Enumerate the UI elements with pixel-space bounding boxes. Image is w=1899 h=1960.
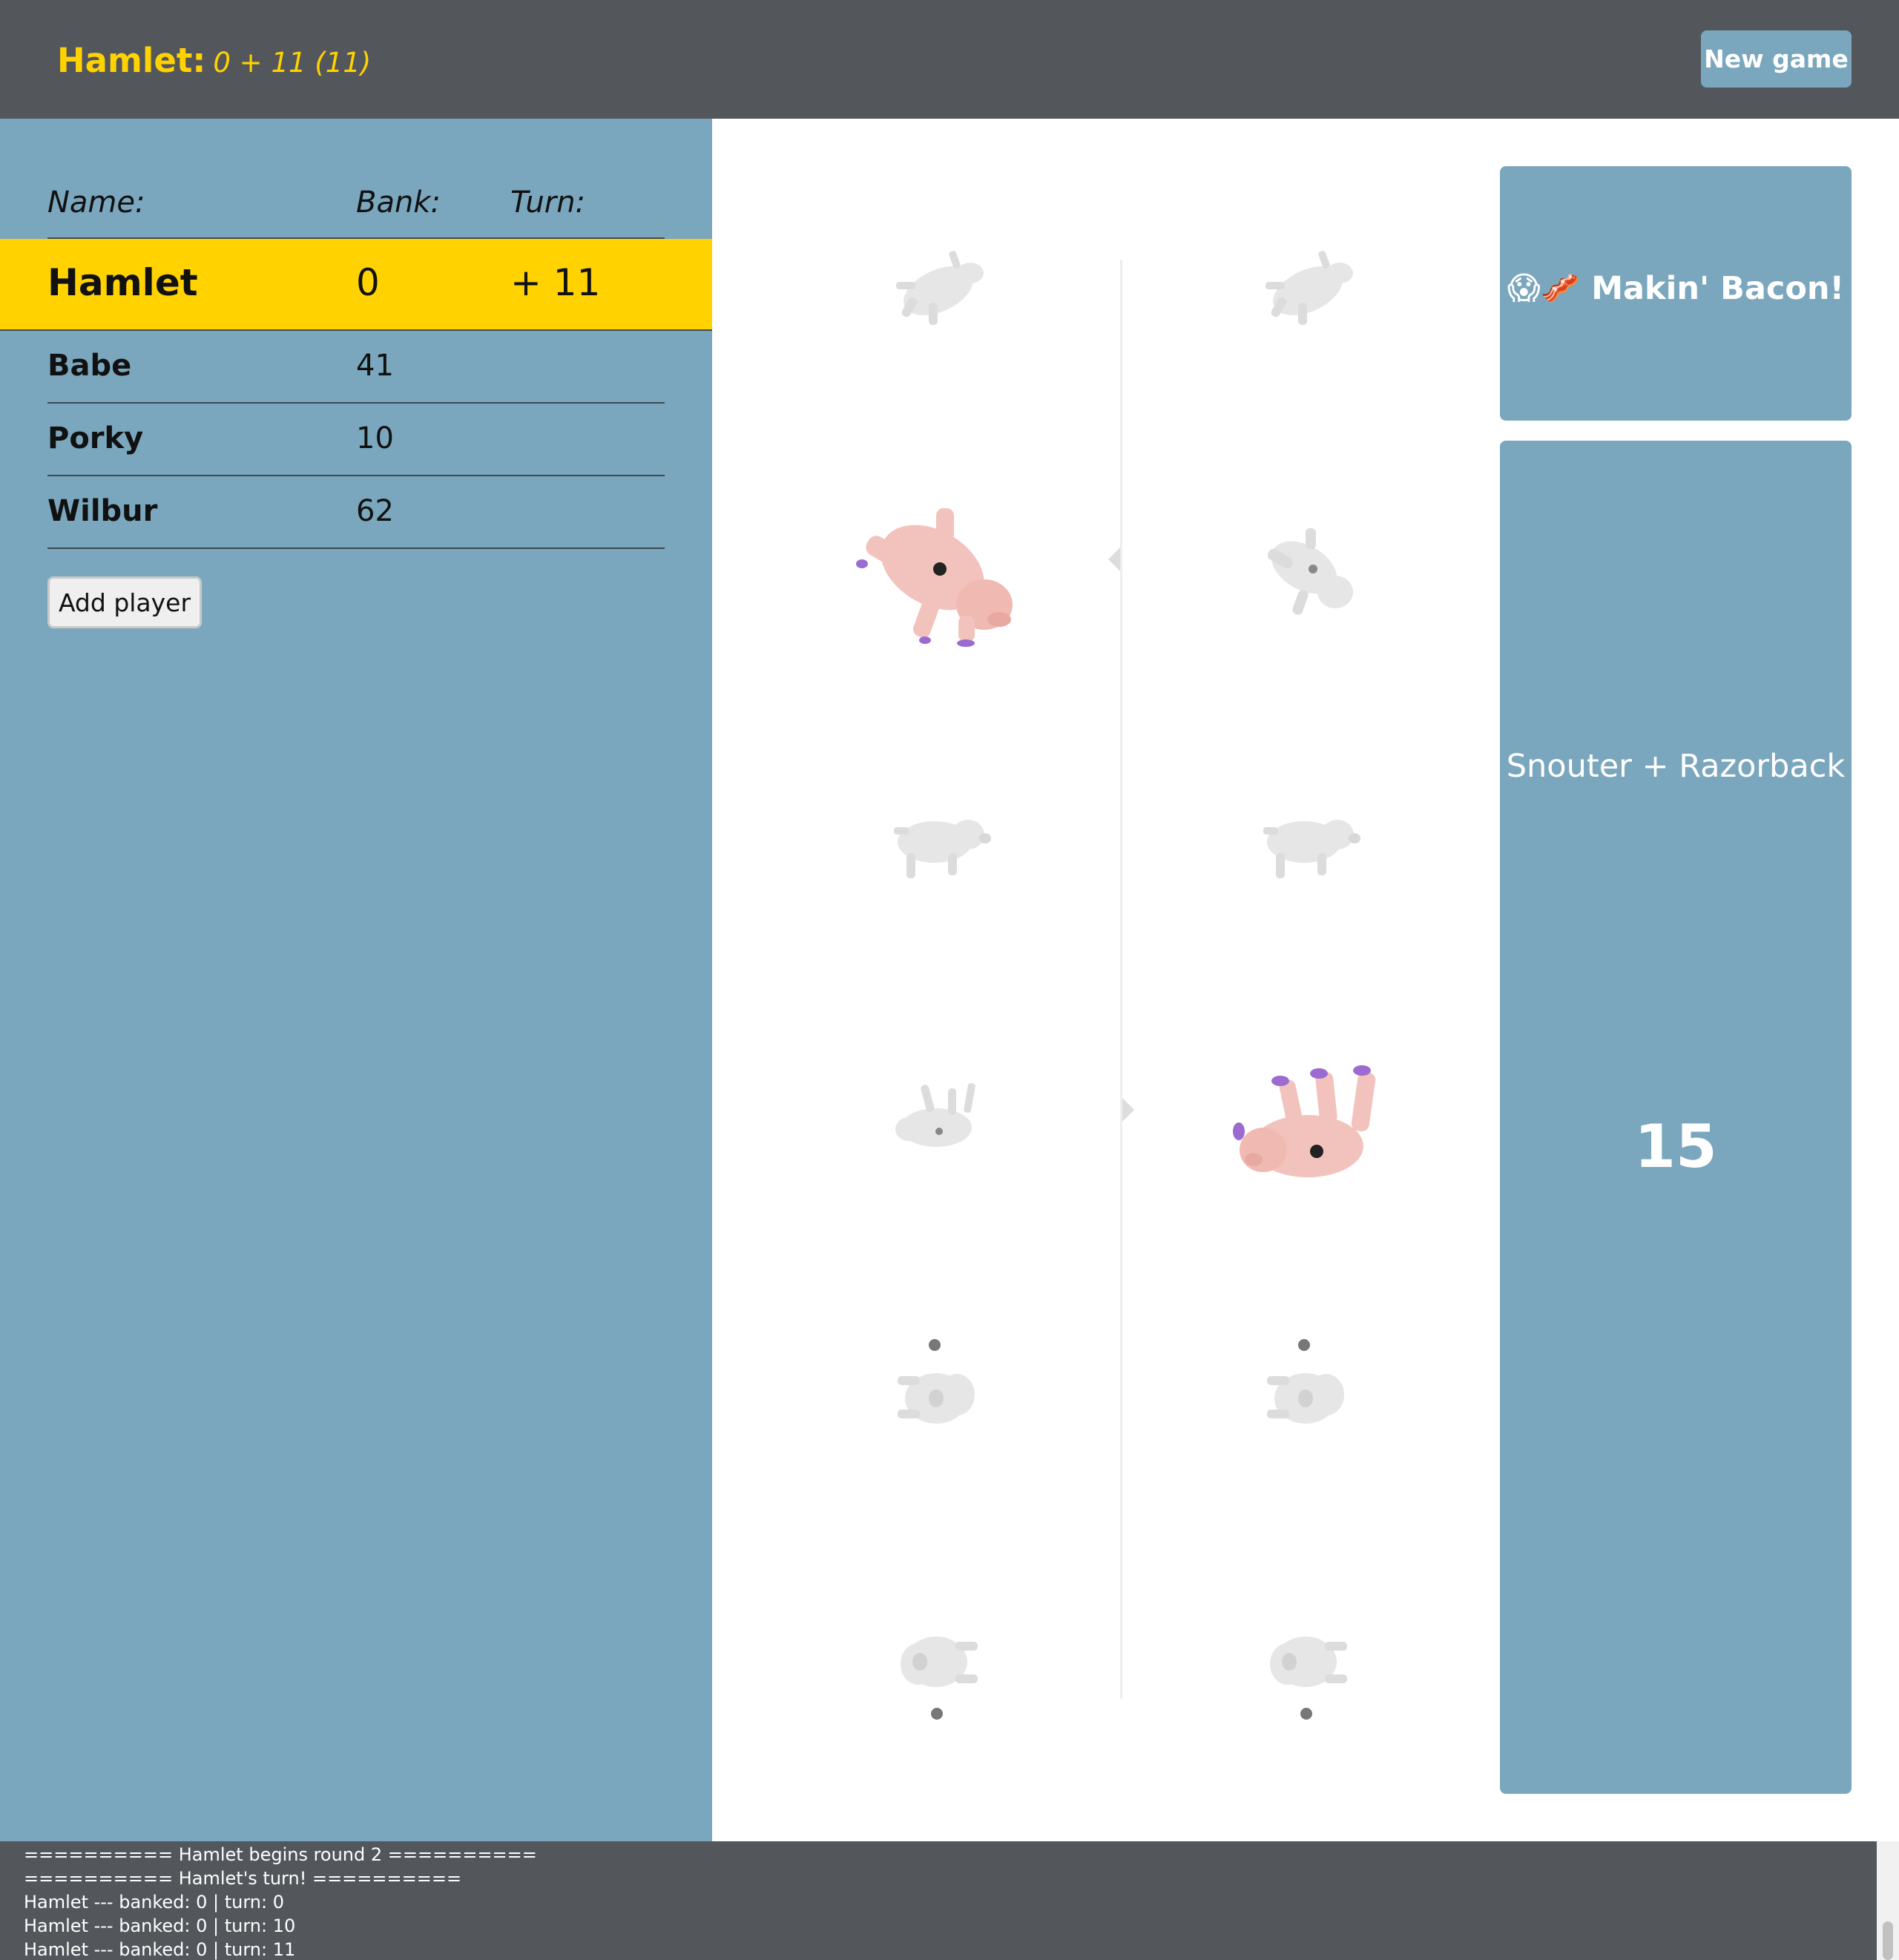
razorback-pig-icon xyxy=(1266,251,1353,325)
log-scrollbar-thumb[interactable] xyxy=(1883,1921,1893,1960)
pig-sider-dot-up-right[interactable] xyxy=(1260,1339,1356,1439)
trotter-pig-icon xyxy=(894,820,991,878)
sider-pig-icon xyxy=(1267,1339,1344,1424)
new-game-button[interactable]: New game xyxy=(1701,30,1852,88)
players-panel: Name: Bank: Turn: Hamlet 0 + 11 Babe 41 … xyxy=(0,119,712,1841)
player-name: Wilbur xyxy=(47,494,158,528)
pig-snouter-right[interactable] xyxy=(1252,519,1363,623)
pig-sider-dot-down-right[interactable] xyxy=(1260,1621,1356,1721)
pig-razorback-right[interactable] xyxy=(1252,245,1363,341)
pig-sider-dot-up-left[interactable] xyxy=(890,1339,987,1439)
sider-pig-icon xyxy=(1270,1637,1347,1720)
header-bar: Hamlet: 0 + 11 (11) New game xyxy=(0,0,1899,119)
roll-panel: Snouter + Razorback 15 xyxy=(1500,441,1852,1794)
player-name: Hamlet xyxy=(47,261,198,304)
name-column-header: Name: xyxy=(47,185,145,220)
razorback-pig-icon xyxy=(1233,1065,1376,1177)
game-log[interactable]: ========== Hamlet begins round 2 =======… xyxy=(0,1841,1877,1960)
pig-snouter-left[interactable] xyxy=(847,493,1025,649)
bank-column-header: Bank: xyxy=(356,185,441,220)
current-player-status: Hamlet: 0 + 11 (11) xyxy=(57,39,371,83)
player-row[interactable]: Wilbur 62 xyxy=(47,476,665,549)
player-bank: 62 xyxy=(356,494,394,528)
snouter-pig-icon xyxy=(856,508,1013,647)
pig-razorback-right-selected[interactable] xyxy=(1222,1057,1393,1191)
sider-pig-icon xyxy=(898,1339,975,1424)
trotter-pig-icon xyxy=(1263,820,1360,878)
log-line: ========== Hamlet's turn! ========== xyxy=(24,1868,462,1889)
pig-trotter-left[interactable] xyxy=(883,801,994,883)
player-row[interactable]: Porky 10 xyxy=(47,404,665,476)
player-name: Porky xyxy=(47,421,144,456)
snouter-pig-icon xyxy=(1267,528,1353,615)
roll-name: Snouter + Razorback xyxy=(1506,748,1846,785)
sider-pig-icon xyxy=(901,1637,978,1720)
right-selection-marker-icon xyxy=(1122,1098,1134,1122)
pig-trotter-right[interactable] xyxy=(1252,801,1363,883)
player-bank: 0 xyxy=(356,261,380,304)
player-bank: 41 xyxy=(356,349,394,383)
result-title: 😱🥓 Makin' Bacon! xyxy=(1507,270,1845,307)
log-scrollbar[interactable] xyxy=(1877,1841,1899,1960)
razorback-pig-icon xyxy=(896,251,984,325)
current-player-name: Hamlet: xyxy=(57,41,206,80)
log-line: Hamlet --- banked: 0 | turn: 10 xyxy=(24,1915,296,1936)
pig-position-board xyxy=(712,119,1500,1841)
players-table-header: Name: Bank: Turn: xyxy=(47,178,665,239)
result-panel: 😱🥓 Makin' Bacon! xyxy=(1500,166,1852,421)
pig-razorback-left-2[interactable] xyxy=(883,1070,994,1166)
log-line: Hamlet --- banked: 0 | turn: 11 xyxy=(24,1939,296,1960)
pig-sider-dot-down-left[interactable] xyxy=(890,1621,987,1721)
player-row[interactable]: Babe 41 xyxy=(47,331,665,404)
player-name: Babe xyxy=(47,349,132,383)
current-player-score: 0 + 11 (11) xyxy=(213,47,372,79)
log-line: ========== Hamlet begins round 2 =======… xyxy=(24,1844,537,1865)
player-row-active[interactable]: Hamlet 0 + 11 xyxy=(0,239,712,331)
player-bank: 10 xyxy=(356,421,394,456)
player-turn: + 11 xyxy=(510,261,601,304)
razorback-pig-icon xyxy=(895,1083,975,1147)
left-selection-marker-icon xyxy=(1108,547,1120,571)
roll-points: 15 xyxy=(1634,1112,1717,1181)
log-line: Hamlet --- banked: 0 | turn: 0 xyxy=(24,1892,284,1913)
pig-razorback-left[interactable] xyxy=(883,245,994,341)
column-divider xyxy=(1120,260,1122,1699)
add-player-button[interactable]: Add player xyxy=(47,576,202,628)
turn-column-header: Turn: xyxy=(510,185,586,220)
